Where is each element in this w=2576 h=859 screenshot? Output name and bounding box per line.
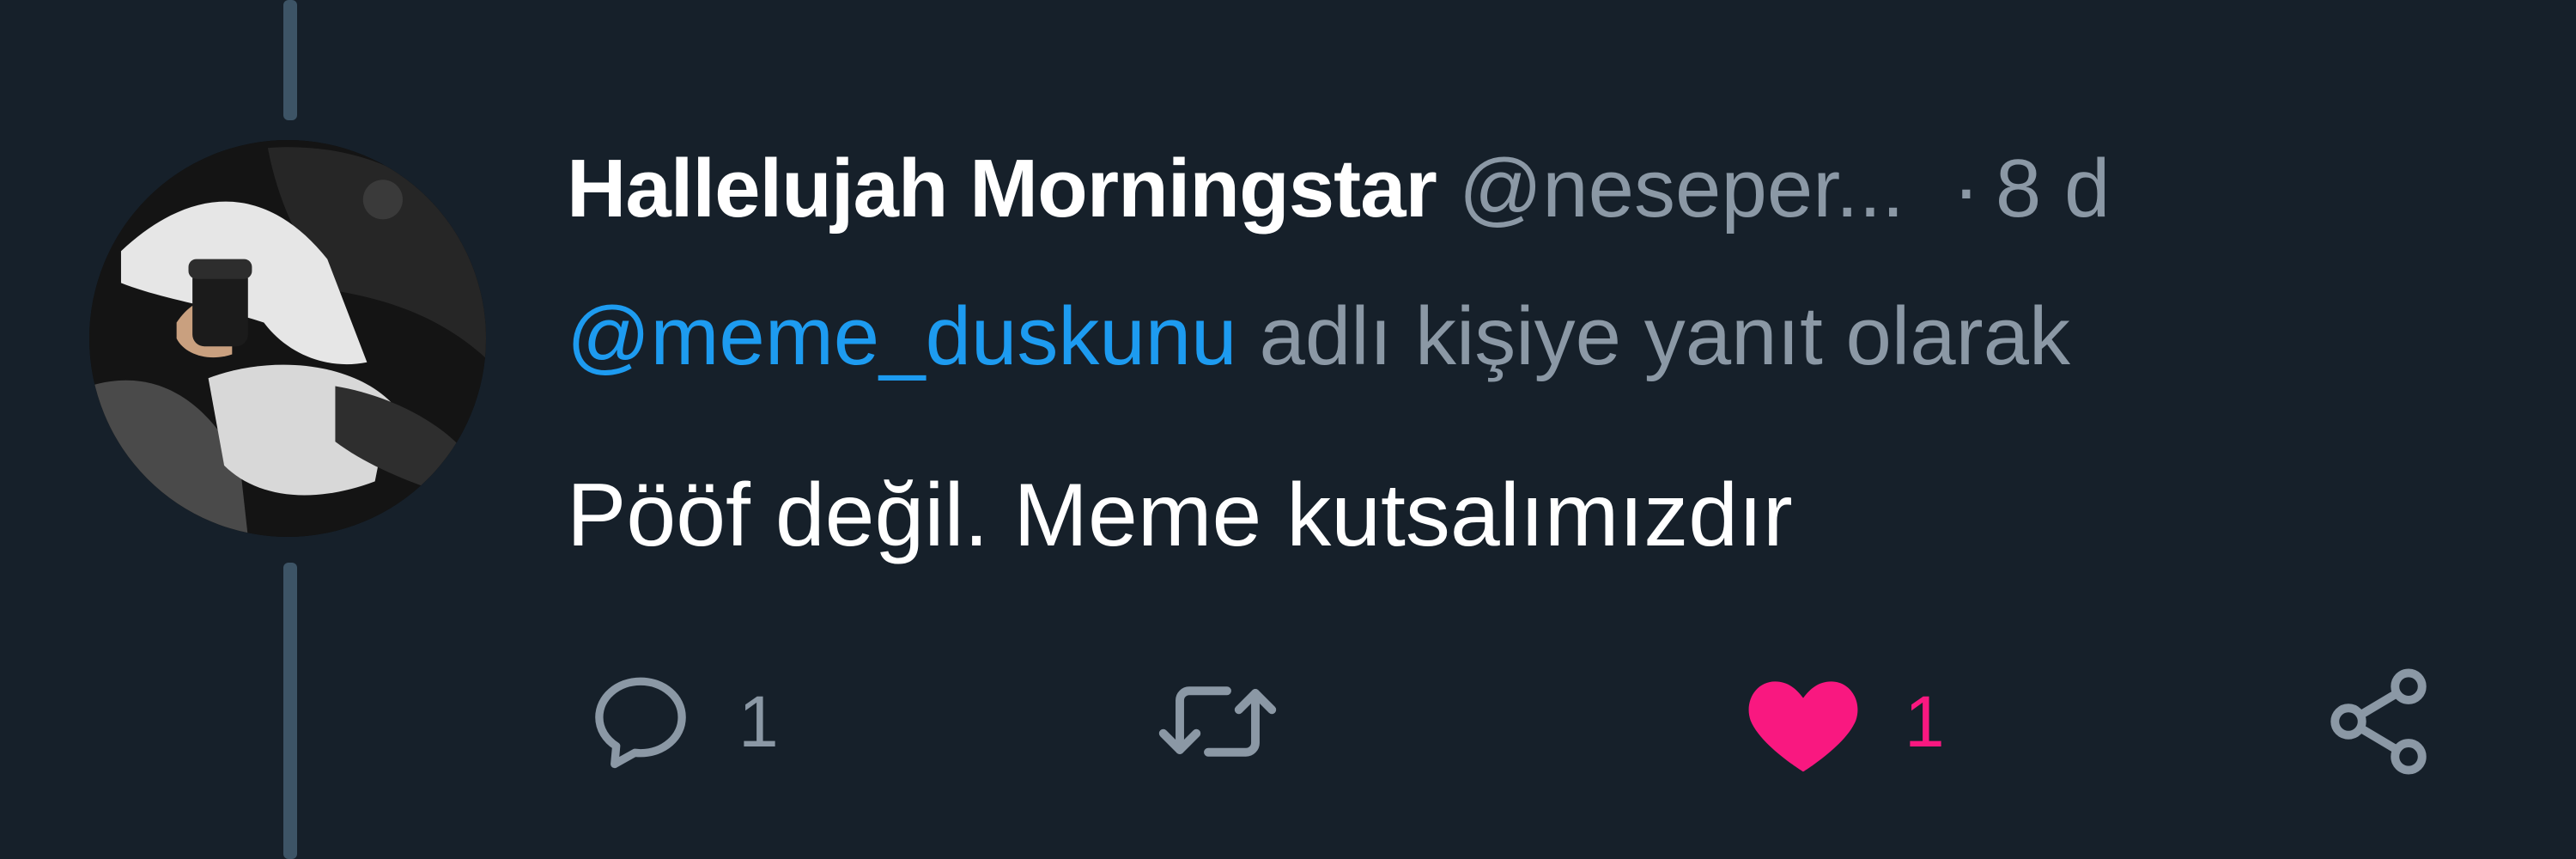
avatar-image xyxy=(89,140,486,537)
like-button[interactable]: 1 xyxy=(1743,661,1945,782)
reply-icon xyxy=(595,677,686,769)
avatar[interactable] xyxy=(89,140,486,537)
thread-line-bottom xyxy=(283,563,297,859)
separator: · xyxy=(1952,143,1980,235)
author-handle[interactable]: @neseper... xyxy=(1459,143,1905,235)
tweet-time[interactable]: 8 d xyxy=(1996,143,2110,235)
thread-line-top xyxy=(283,0,297,120)
reply-to-mention[interactable]: @meme_duskunu xyxy=(567,290,1237,382)
tweet-actions: 1 1 xyxy=(567,661,2576,782)
tweet-text: Pööf değil. Meme kutsalımızdır xyxy=(567,466,1793,565)
share-icon xyxy=(2330,668,2427,775)
like-count: 1 xyxy=(1905,680,1945,762)
retweet-icon xyxy=(1158,686,1277,757)
tweet-header: Hallelujah Morningstar @neseper... · 8 d xyxy=(567,137,2576,241)
author-name[interactable]: Hallelujah Morningstar xyxy=(567,143,1437,235)
reply-context: @meme_duskunu adlı kişiye yanıt olarak xyxy=(567,285,2070,388)
reply-to-label: adlı kişiye yanıt olarak xyxy=(1259,290,2070,382)
share-button[interactable] xyxy=(2318,661,2439,782)
heart-icon xyxy=(1748,681,1858,772)
retweet-button[interactable] xyxy=(1151,661,1326,782)
reply-button[interactable]: 1 xyxy=(584,661,779,782)
tweet[interactable]: Hallelujah Morningstar @neseper... · 8 d @m… xyxy=(567,0,2576,859)
reply-count: 1 xyxy=(738,680,779,762)
